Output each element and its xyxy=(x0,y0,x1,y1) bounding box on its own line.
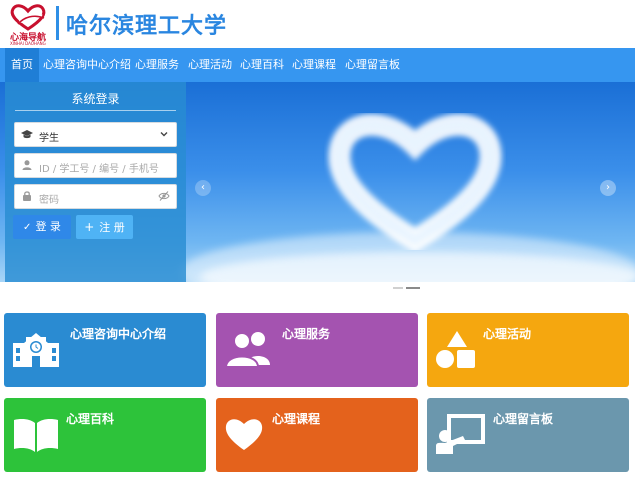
id-input[interactable]: ID / 学工号 / 编号 / 手机号 xyxy=(14,153,177,178)
carousel-dot-1[interactable] xyxy=(393,287,403,289)
main-nav: 首页 心理咨询中心介绍 心理服务 心理活动 心理百科 心理课程 心理留言板 xyxy=(0,48,635,82)
open-book-icon xyxy=(14,419,58,452)
card-activities[interactable]: 心理活动 xyxy=(427,313,629,387)
card-message-board-label: 心理留言板 xyxy=(493,412,554,426)
login-button[interactable]: ✓ 登 录 xyxy=(13,215,71,239)
login-divider xyxy=(15,110,176,111)
site-header: 心海导航 XINHAI DAOHANG 哈尔滨理工大学 xyxy=(0,0,635,48)
card-courses[interactable]: 心理课程 xyxy=(216,398,418,472)
nav-item-activities[interactable]: 心理活动 xyxy=(188,48,232,82)
heart-icon xyxy=(225,419,263,450)
password-input-placeholder: 密码 xyxy=(39,195,59,206)
check-icon: ✓ xyxy=(23,222,32,233)
logo-subtext: XINHAI DAOHANG xyxy=(10,41,46,46)
card-encyclopedia[interactable]: 心理百科 xyxy=(4,398,206,472)
nav-item-encyclopedia[interactable]: 心理百科 xyxy=(240,48,284,82)
role-select[interactable]: 学生 xyxy=(14,122,177,147)
login-panel: 系统登录 学生 ID / 学工号 / 编号 / 手机号 密码 xyxy=(5,82,186,282)
register-button[interactable]: + 注 册 xyxy=(76,215,133,239)
user-icon xyxy=(22,160,32,170)
title-divider xyxy=(56,6,59,40)
plus-icon: + xyxy=(84,220,95,234)
card-services-label: 心理服务 xyxy=(282,327,331,341)
logo[interactable]: 心海导航 XINHAI DAOHANG xyxy=(4,2,52,46)
school-building-icon xyxy=(13,333,59,367)
nav-item-services[interactable]: 心理服务 xyxy=(135,48,179,82)
carousel-dot-2-active[interactable] xyxy=(406,287,420,289)
carousel-prev-arrow[interactable]: ‹ xyxy=(195,180,211,196)
shapes-icon xyxy=(436,331,475,368)
heart-cloud-image xyxy=(328,113,502,250)
nav-item-courses[interactable]: 心理课程 xyxy=(292,48,336,82)
id-input-placeholder: ID / 学工号 / 编号 / 手机号 xyxy=(39,164,159,175)
card-center-intro[interactable]: 心理咨询中心介绍 xyxy=(4,313,206,387)
card-services[interactable]: 心理服务 xyxy=(216,313,418,387)
carousel-next-arrow[interactable]: › xyxy=(600,180,616,196)
graduation-cap-icon xyxy=(21,130,33,139)
card-center-intro-label: 心理咨询中心介绍 xyxy=(70,327,167,341)
heart-logo-icon xyxy=(10,4,46,31)
nav-item-home[interactable]: 首页 xyxy=(5,48,39,82)
users-icon xyxy=(224,332,270,368)
card-message-board[interactable]: 心理留言板 xyxy=(427,398,629,472)
eye-slash-icon[interactable] xyxy=(158,190,170,202)
card-encyclopedia-label: 心理百科 xyxy=(66,412,115,426)
nav-item-message-board[interactable]: 心理留言板 xyxy=(345,48,400,82)
login-title: 系统登录 xyxy=(71,92,120,106)
password-input[interactable]: 密码 xyxy=(14,184,177,209)
site-title: 哈尔滨理工大学 xyxy=(66,14,228,39)
role-select-value: 学生 xyxy=(39,133,59,144)
lock-icon xyxy=(23,191,31,201)
login-button-label: 登 录 xyxy=(35,220,61,233)
presentation-board-icon xyxy=(436,414,485,454)
chevron-down-icon xyxy=(160,132,168,137)
card-courses-label: 心理课程 xyxy=(272,412,321,426)
card-activities-label: 心理活动 xyxy=(483,327,532,341)
nav-item-center-intro[interactable]: 心理咨询中心介绍 xyxy=(43,48,131,82)
register-button-label: 注 册 xyxy=(99,221,125,234)
